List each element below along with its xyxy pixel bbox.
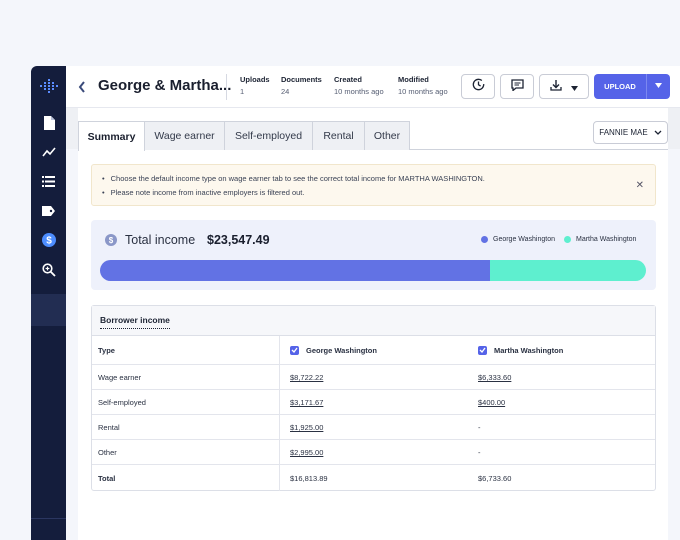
table-total-row: Total $16,813.89 $6,733.60 xyxy=(92,465,655,491)
income-link-george[interactable]: $3,171.67 xyxy=(290,390,323,414)
legend-label: George Washington xyxy=(493,236,555,243)
sidebar: $ xyxy=(31,66,66,540)
legend-martha: Martha Washington xyxy=(564,236,636,243)
income-link-martha[interactable]: $6,333.60 xyxy=(478,365,511,389)
income-value-martha: - xyxy=(478,447,481,457)
meta-label: Modified xyxy=(398,75,429,84)
income-link-george[interactable]: $8,722.22 xyxy=(290,365,323,389)
row-type-total: Total xyxy=(98,473,116,483)
card-title: Borrower income xyxy=(100,315,170,329)
column-header-martha: Martha Washington xyxy=(478,336,563,364)
chevron-down-icon xyxy=(654,128,662,137)
notice-line: Choose the default income type on wage e… xyxy=(102,174,485,183)
header-divider xyxy=(226,74,227,100)
tab-self-employed[interactable]: Self-employed xyxy=(224,121,313,150)
tab-summary[interactable]: Summary xyxy=(78,121,145,151)
header: George & Martha... Uploads 1 Documents 2… xyxy=(66,66,680,108)
total-martha: $6,733.60 xyxy=(478,473,512,483)
table-row: Wage earner $8,722.22 $6,333.60 xyxy=(92,365,655,390)
upload-button[interactable]: UPLOAD xyxy=(594,74,670,99)
borrower-income-card: Borrower income Type George Washington M… xyxy=(91,305,656,491)
comment-icon xyxy=(510,78,524,96)
close-icon[interactable]: ✕ xyxy=(636,180,644,191)
table-row: Self-employed $3,171.67 $400.00 xyxy=(92,390,655,415)
checkbox-martha[interactable] xyxy=(478,345,487,355)
caret-down-icon xyxy=(571,78,578,96)
notice-line: Please note income from inactive employe… xyxy=(102,188,305,197)
chevron-left-icon[interactable] xyxy=(78,78,86,97)
meta-value: 24 xyxy=(281,87,290,96)
dollar-icon: $ xyxy=(105,234,117,246)
income-link-george[interactable]: $2,995.00 xyxy=(290,440,323,464)
info-notice: Choose the default income type on wage e… xyxy=(91,164,656,206)
table-row: Rental $1,925.00 - xyxy=(92,415,655,440)
tab-rental[interactable]: Rental xyxy=(312,121,365,150)
page-title: George & Martha... xyxy=(98,77,232,94)
document-icon[interactable] xyxy=(39,113,58,132)
income-link-martha[interactable]: $400.00 xyxy=(478,390,505,414)
meta-value: 10 months ago xyxy=(398,87,448,96)
download-button[interactable] xyxy=(539,74,589,99)
download-icon xyxy=(550,78,562,96)
row-type: Other xyxy=(98,447,117,457)
income-value-martha: - xyxy=(478,422,481,432)
legend-george: George Washington xyxy=(481,236,555,243)
meta-documents: Documents 24 xyxy=(281,75,322,96)
sidebar-divider xyxy=(31,518,66,519)
checkbox-george[interactable] xyxy=(290,345,299,355)
legend-dot xyxy=(564,236,571,243)
dollar-icon[interactable]: $ xyxy=(39,230,58,249)
table-header-row: Type George Washington Martha Washington xyxy=(92,336,655,365)
meta-label: Created xyxy=(334,75,362,84)
tag-icon[interactable] xyxy=(39,201,58,220)
income-bar-george xyxy=(100,260,490,281)
column-header-label: Martha Washington xyxy=(494,345,564,355)
table-row: Other $2,995.00 - xyxy=(92,440,655,465)
meta-modified: Modified 10 months ago xyxy=(398,75,448,96)
total-income-panel: $ Total income $23,547.49 George Washing… xyxy=(91,220,656,290)
row-type: Wage earner xyxy=(98,372,142,382)
total-income-label: Total income xyxy=(125,233,196,247)
meta-label: Documents xyxy=(281,75,322,84)
tab-wage-earner[interactable]: Wage earner xyxy=(144,121,225,150)
row-type: Rental xyxy=(98,422,120,432)
column-header-george: George Washington xyxy=(290,336,377,364)
meta-uploads: Uploads 1 xyxy=(240,75,270,96)
meta-label: Uploads xyxy=(240,75,270,84)
card-header: Borrower income xyxy=(92,306,655,336)
guideline-select[interactable]: FANNIE MAE xyxy=(593,121,668,144)
sidebar-active-indicator xyxy=(31,294,66,326)
income-link-george[interactable]: $1,925.00 xyxy=(290,415,323,439)
list-icon[interactable] xyxy=(39,172,58,191)
upload-label: UPLOAD xyxy=(604,82,636,91)
app-logo-icon[interactable] xyxy=(39,79,59,93)
svg-text:$: $ xyxy=(46,235,52,246)
meta-value: 10 months ago xyxy=(334,87,384,96)
meta-value: 1 xyxy=(240,87,245,96)
comments-button[interactable] xyxy=(500,74,534,99)
upload-caret-down-icon[interactable] xyxy=(647,83,670,90)
zoom-search-icon[interactable] xyxy=(39,260,58,279)
history-clock-icon xyxy=(472,78,485,96)
legend-dot xyxy=(481,236,488,243)
income-share-bar xyxy=(100,260,646,281)
trend-chart-icon[interactable] xyxy=(39,142,58,161)
total-income-value: $23,547.49 xyxy=(207,233,270,247)
row-type: Self-employed xyxy=(98,397,146,407)
tab-other[interactable]: Other xyxy=(364,121,410,150)
total-george: $16,813.89 xyxy=(290,473,328,483)
history-button[interactable] xyxy=(461,74,495,99)
column-header-type: Type xyxy=(98,345,115,355)
meta-created: Created 10 months ago xyxy=(334,75,384,96)
legend-label: Martha Washington xyxy=(576,236,637,243)
column-header-label: George Washington xyxy=(306,345,377,355)
income-bar-martha xyxy=(489,260,646,281)
guideline-select-value: FANNIE MAE xyxy=(599,128,648,137)
